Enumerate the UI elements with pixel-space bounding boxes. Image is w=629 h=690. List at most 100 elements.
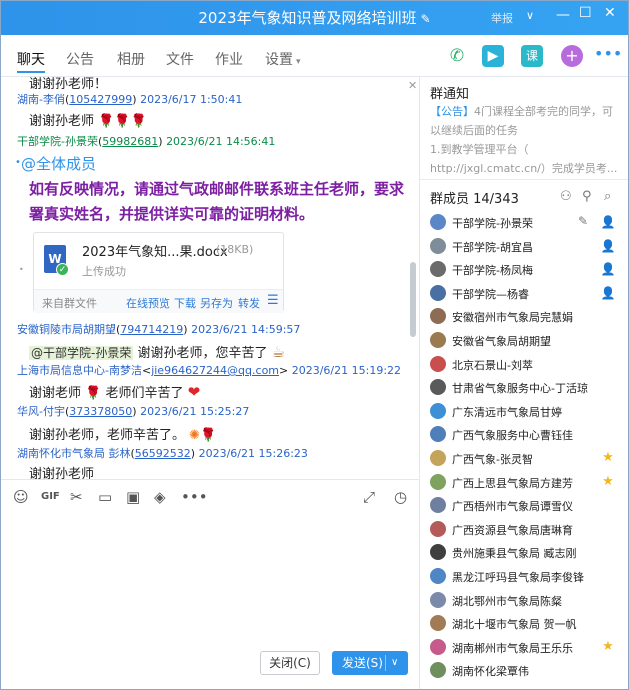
member-manage-icon[interactable]: ⚇ xyxy=(560,189,572,204)
avatar[interactable] xyxy=(430,568,446,584)
tab-chat[interactable]: 聊天 xyxy=(17,49,45,73)
expand-icon[interactable]: ⤢ xyxy=(363,488,375,506)
member-item[interactable]: 广西梧州市气象局谭雪仪 xyxy=(430,494,626,516)
member-item[interactable]: 干部学院-孙景荣 ✎ 👤 xyxy=(430,211,626,233)
member-item[interactable]: 广西气象服务中心曹钰佳 xyxy=(430,423,626,445)
minimize-icon[interactable]: — xyxy=(556,7,570,23)
tab-announcement[interactable]: 公告 xyxy=(66,49,94,69)
message-text: 谢谢孙老师 🌹🌹🌹 xyxy=(29,114,147,129)
member-item[interactable]: 甘肃省气象服务中心-丁活琼 xyxy=(430,376,626,398)
member-item[interactable]: 黑龙江呼玛县气象局李俊锋 xyxy=(430,565,626,587)
sender-name[interactable]: 干部学院-孙景荣 xyxy=(17,135,98,148)
avatar[interactable] xyxy=(430,379,446,396)
member-item[interactable]: 湖南郴州市气象局王乐乐 ★ xyxy=(430,636,626,658)
gif-icon[interactable]: GIF xyxy=(41,491,60,502)
member-item[interactable]: 湖北鄂州市气象局陈粲 xyxy=(430,589,626,611)
history-icon[interactable]: ◷ xyxy=(394,488,407,506)
avatar[interactable] xyxy=(430,308,446,325)
member-item[interactable]: 湖北十堰市气象局 贺一帆 xyxy=(430,612,626,634)
avatar[interactable] xyxy=(430,355,446,372)
search-icon[interactable]: ⌕ xyxy=(604,189,611,204)
member-item[interactable]: 广西资源县气象局唐琳育 xyxy=(430,518,626,540)
avatar[interactable] xyxy=(430,544,446,561)
member-mention[interactable]: @干部学院-孙景荣 xyxy=(29,346,134,360)
close-icon[interactable]: ✕ xyxy=(604,5,616,21)
scissors-icon[interactable]: ✂ xyxy=(70,488,83,506)
edit-icon[interactable]: ✎ xyxy=(578,214,588,228)
close-button[interactable]: 关闭(C) xyxy=(260,651,320,675)
avatar[interactable] xyxy=(430,520,446,537)
avatar[interactable] xyxy=(430,214,446,230)
member-item[interactable]: 广西上思县气象局方建芳 ★ xyxy=(430,471,626,493)
member-item[interactable]: 干部学院-杨凤梅 👤 xyxy=(430,258,626,280)
tab-files[interactable]: 文件 xyxy=(166,49,194,69)
member-item[interactable]: 广西气象-张灵智 ★ xyxy=(430,447,626,469)
member-item[interactable]: 广东清远市气象局甘婷 xyxy=(430,400,626,422)
video-icon[interactable]: ▶ xyxy=(482,45,504,67)
sender-name[interactable]: 湖南怀化市气象局 彭林 xyxy=(17,447,131,460)
sender-id[interactable]: 794714219 xyxy=(120,323,183,336)
member-item[interactable]: 干部学院—杨睿 👤 xyxy=(430,282,626,304)
group-notice[interactable]: 【公告】4门课程全部考完的同学，可以继续后面的任务 1.到教学管理平台（ htt… xyxy=(430,102,620,178)
avatar[interactable] xyxy=(430,591,446,608)
chat-scrollbar[interactable] xyxy=(409,77,417,479)
member-item[interactable]: 干部学院-胡宜昌 👤 xyxy=(430,235,626,257)
member-item[interactable]: 安徽省气象局胡期望 xyxy=(430,329,626,351)
avatar[interactable] xyxy=(430,638,446,655)
location-icon[interactable]: ◈ xyxy=(154,488,166,506)
sender-id[interactable]: 105427999 xyxy=(69,93,132,106)
sender-name[interactable]: 安徽铜陵市局胡期望 xyxy=(17,323,116,336)
tab-settings[interactable]: 设置 ▾ xyxy=(265,49,301,69)
member-item[interactable]: 北京石景山-刘萃 xyxy=(430,353,626,375)
chevron-down-icon[interactable]: ∨ xyxy=(526,9,534,22)
message-input[interactable] xyxy=(1,513,419,647)
sender-name[interactable]: 上海市局信息中心-南梦洁 xyxy=(17,364,142,377)
maximize-icon[interactable]: ☐ xyxy=(579,5,592,21)
avatar[interactable] xyxy=(430,426,446,443)
file-name[interactable]: 2023年气象知...果.docx xyxy=(82,241,228,260)
avatar[interactable] xyxy=(430,237,446,254)
avatar[interactable] xyxy=(430,402,446,419)
download-link[interactable]: 下载 xyxy=(174,295,196,311)
avatar[interactable] xyxy=(430,261,446,278)
more-icon[interactable]: ••• xyxy=(594,45,622,67)
tab-album[interactable]: 相册 xyxy=(117,49,145,69)
member-item[interactable]: 湖南怀化梁覃伟 xyxy=(430,659,626,681)
send-button[interactable]: 发送(S) ∨ xyxy=(332,651,408,675)
avatar[interactable] xyxy=(430,473,446,490)
save-as-link[interactable]: 另存为 xyxy=(200,295,233,311)
avatar[interactable] xyxy=(430,615,446,632)
tab-homework[interactable]: 作业 xyxy=(215,49,243,69)
phone-icon[interactable]: ✆ xyxy=(446,45,468,67)
sender-id[interactable]: 373378050 xyxy=(69,405,132,418)
emoji-icon[interactable]: ☺ xyxy=(13,488,29,506)
sender-id[interactable]: 56592532 xyxy=(135,447,191,460)
scrollbar-thumb[interactable] xyxy=(410,262,416,337)
file-card[interactable]: W ✓ 2023年气象知...果.docx (18KB) 上传成功 来自群文件 … xyxy=(33,232,284,313)
chat-messages[interactable]: 谢谢孙老师！ ✕ 湖南-李俏(105427999) 2023/6/17 1:50… xyxy=(1,77,419,479)
image-icon[interactable]: ▣ xyxy=(126,488,140,506)
sender-name[interactable]: 华风-付宇 xyxy=(17,405,65,418)
report-link[interactable]: 举报 xyxy=(491,10,513,26)
more-icon[interactable]: ••• xyxy=(181,488,208,506)
forward-link[interactable]: 转发 xyxy=(238,295,260,311)
member-item[interactable]: 贵州施秉县气象局 臧志刚 xyxy=(430,541,626,563)
add-member-icon[interactable]: ⚲ xyxy=(582,189,592,204)
sender-email[interactable]: jie964627244@qq.com xyxy=(151,364,279,377)
avatar[interactable] xyxy=(430,450,446,466)
add-app-icon[interactable]: + xyxy=(561,45,583,67)
chevron-down-icon[interactable]: ∨ xyxy=(391,651,398,675)
sender-name[interactable]: 湖南-李俏 xyxy=(17,93,65,106)
menu-icon[interactable]: ☰ xyxy=(267,293,279,308)
avatar[interactable] xyxy=(430,332,446,348)
preview-link[interactable]: 在线预览 xyxy=(126,295,170,311)
folder-icon[interactable]: ▭ xyxy=(98,488,112,506)
avatar[interactable] xyxy=(430,284,446,301)
sender-id[interactable]: 59982681 xyxy=(102,135,158,148)
member-item[interactable]: 安徽宿州市气象局完慧娟 xyxy=(430,305,626,327)
notice-title[interactable]: 群通知 xyxy=(430,83,469,102)
avatar[interactable] xyxy=(430,497,446,514)
class-icon[interactable]: 课 xyxy=(521,45,543,67)
edit-title-icon[interactable]: ✎ xyxy=(421,12,431,26)
avatar[interactable] xyxy=(430,662,446,679)
